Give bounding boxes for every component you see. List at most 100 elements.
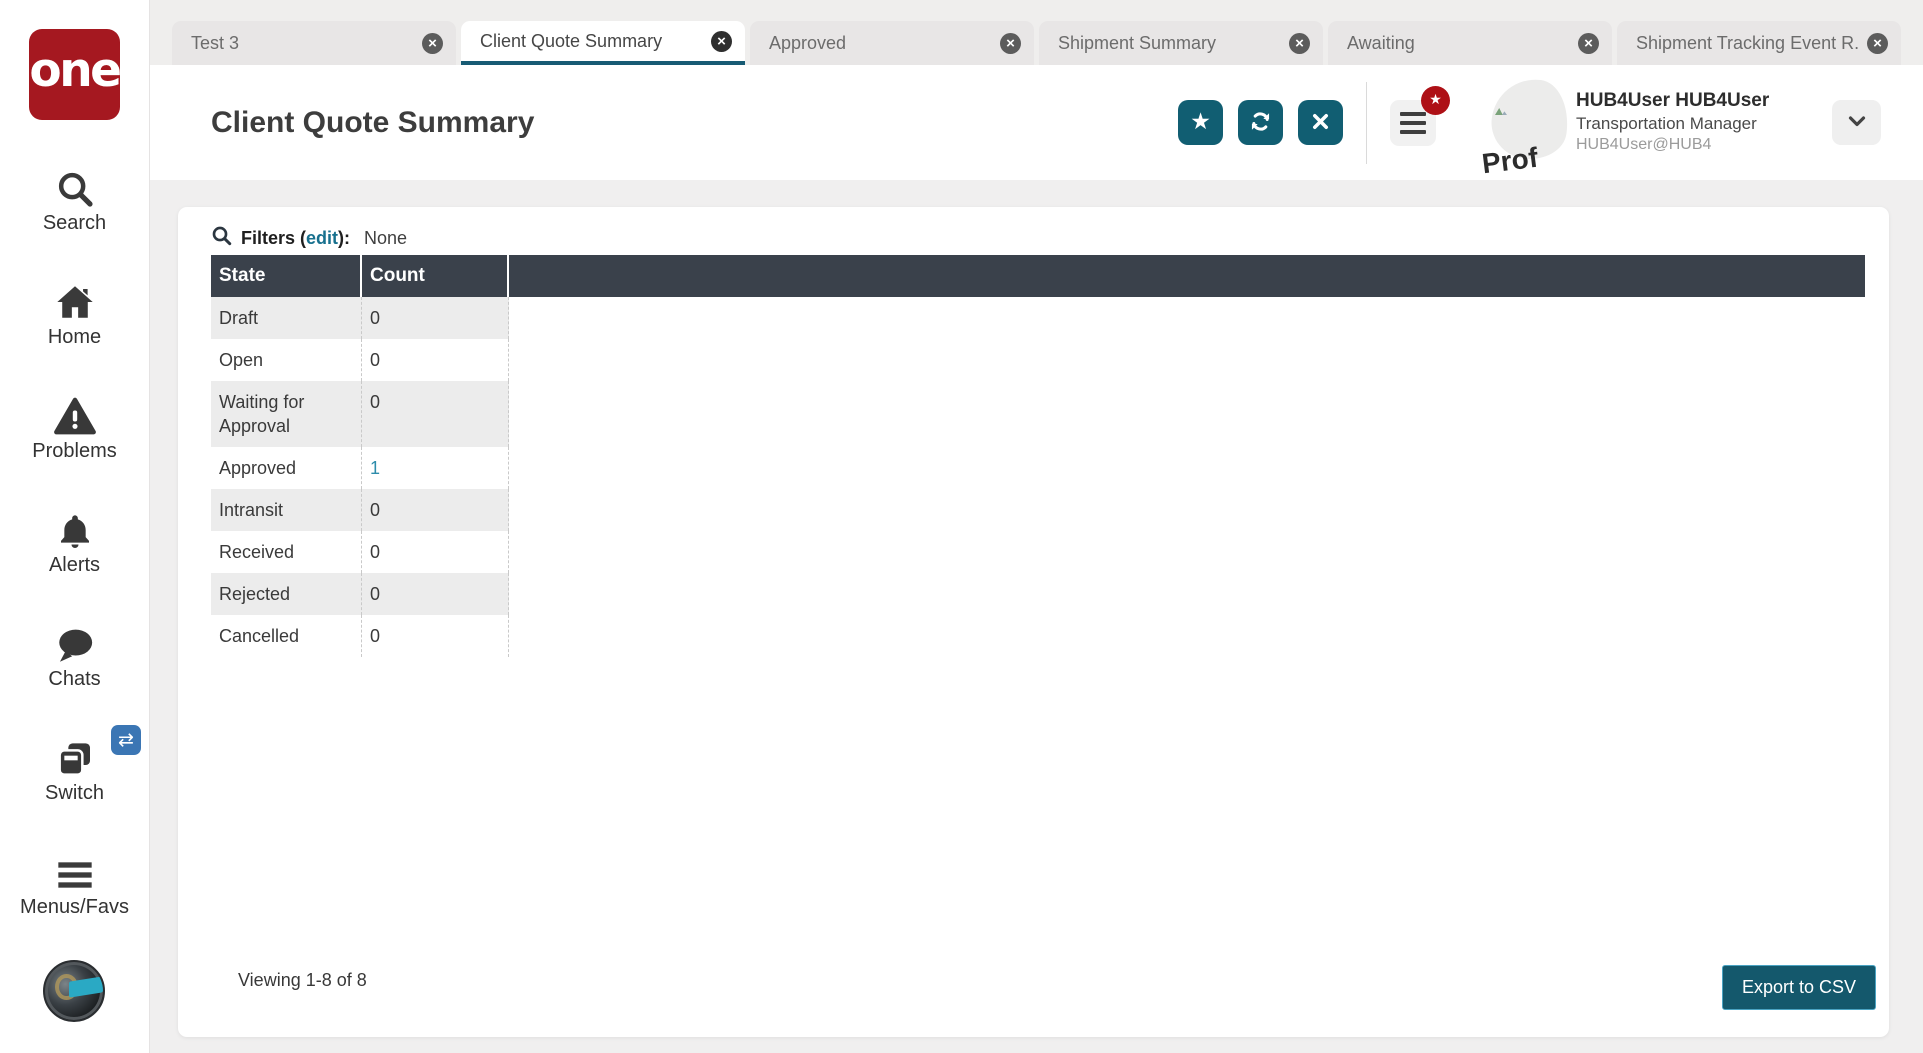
- filters-bar: Filters (edit): None: [211, 225, 407, 251]
- app-root: one Search Home Problems Alerts Chats Sw…: [0, 0, 1923, 1053]
- main-area: Filters (edit): None State Count Draft 0: [150, 180, 1923, 1053]
- chevron-down-icon: [1845, 109, 1869, 136]
- home-icon: [0, 277, 149, 323]
- tab-close-icon[interactable]: ×: [1289, 32, 1310, 54]
- state-cell: Approved: [211, 447, 362, 489]
- hamburger-menu-icon: [0, 847, 149, 893]
- bell-icon: [0, 505, 149, 551]
- filter-search-icon: [211, 225, 241, 251]
- export-to-csv-button[interactable]: Export to CSV: [1721, 965, 1876, 1010]
- count-cell: 0: [362, 573, 509, 615]
- favorite-badge-icon: ★: [1421, 85, 1450, 115]
- hamburger-icon: [1400, 129, 1426, 134]
- user-role: Transportation Manager: [1576, 114, 1757, 134]
- refresh-icon: [1247, 108, 1274, 138]
- table-row: Draft 0: [211, 297, 509, 339]
- tab-label: Test 3: [191, 32, 240, 53]
- summary-card: Filters (edit): None State Count Draft 0: [178, 207, 1889, 1037]
- user-org: HUB4User@HUB4: [1576, 136, 1712, 154]
- avatar-decoration: [69, 976, 103, 998]
- column-header-empty: [509, 255, 1865, 297]
- table-row: Approved 1: [211, 447, 509, 489]
- sidebar-item-label: Home: [47, 326, 102, 348]
- sidebar-item-chats[interactable]: Chats: [0, 619, 149, 691]
- table-row: Waiting for Approval 0: [211, 381, 509, 447]
- page-title: Client Quote Summary: [211, 105, 535, 139]
- profile-picture[interactable]: Prof: [1480, 74, 1573, 179]
- state-cell: Received: [211, 531, 362, 573]
- tab-label: Shipment Summary: [1058, 32, 1217, 53]
- one-logo-text: one: [29, 43, 122, 98]
- sidebar-item-label: Problems: [32, 440, 117, 462]
- tab[interactable]: Shipment Summary ×: [1039, 21, 1323, 65]
- table-row: Received 0: [211, 531, 509, 573]
- star-icon: ★: [1190, 109, 1211, 135]
- table-row: Cancelled 0: [211, 615, 509, 657]
- tab[interactable]: Approved ×: [750, 21, 1034, 65]
- sidebar-item-label: Menus/Favs: [20, 896, 129, 918]
- sidebar-item-home[interactable]: Home: [0, 277, 149, 349]
- sidebar-item-switch[interactable]: Switch ⇄: [0, 725, 149, 805]
- sidebar-item-label: Chats: [48, 668, 101, 690]
- filters-edit-link[interactable]: edit: [306, 228, 338, 249]
- close-icon: [1308, 109, 1333, 137]
- swap-arrows-badge-icon[interactable]: ⇄: [111, 725, 141, 755]
- tab-close-icon[interactable]: ×: [422, 32, 443, 54]
- header-divider: [1366, 81, 1367, 164]
- table-row: Open 0: [211, 339, 509, 381]
- column-header-state: State: [211, 255, 362, 297]
- tab-close-icon[interactable]: ×: [1867, 32, 1888, 54]
- count-cell: 0: [362, 489, 509, 531]
- state-cell: Open: [211, 339, 362, 381]
- sidebar-item-alerts[interactable]: Alerts: [0, 505, 149, 577]
- filters-label-suffix: ):: [338, 227, 351, 248]
- filters-label: Filters (: [241, 227, 307, 248]
- sidebar-item-label: Switch: [45, 782, 104, 804]
- quick-menu-button[interactable]: ★: [1390, 85, 1450, 146]
- state-cell: Draft: [211, 297, 362, 339]
- count-cell[interactable]: 1: [362, 447, 509, 489]
- count-cell: 0: [362, 531, 509, 573]
- content-area: Test 3 × Client Quote Summary × Approved…: [150, 0, 1923, 1053]
- hamburger-icon: [1400, 111, 1426, 116]
- user-info: HUB4User HUB4User Transportation Manager…: [1576, 89, 1788, 157]
- broken-image-icon: [1494, 103, 1507, 121]
- tab[interactable]: Client Quote Summary ×: [461, 21, 745, 65]
- close-page-button[interactable]: [1298, 100, 1343, 145]
- search-icon: [0, 163, 149, 209]
- favorite-button[interactable]: ★: [1178, 100, 1223, 145]
- count-cell: 0: [362, 381, 509, 447]
- column-header-count: Count: [362, 255, 509, 297]
- state-cell: Intransit: [211, 489, 362, 531]
- refresh-button[interactable]: [1238, 100, 1283, 145]
- tab-close-icon[interactable]: ×: [711, 30, 732, 52]
- tab[interactable]: Awaiting ×: [1328, 21, 1612, 65]
- sidebar-item-search[interactable]: Search: [0, 163, 149, 235]
- user-avatar[interactable]: [43, 960, 105, 1022]
- tab-close-icon[interactable]: ×: [1000, 32, 1021, 54]
- sidebar-item-menus-favs[interactable]: Menus/Favs: [0, 847, 149, 919]
- tab-bar: Test 3 × Client Quote Summary × Approved…: [150, 0, 1923, 65]
- chat-bubble-icon: [0, 619, 149, 665]
- filters-value: None: [364, 227, 408, 248]
- sidebar-item-label: Alerts: [48, 554, 101, 576]
- table-row: Intransit 0: [211, 489, 509, 531]
- state-cell: Rejected: [211, 573, 362, 615]
- hamburger-icon: [1400, 120, 1426, 125]
- sidebar-item-label: Search: [42, 212, 107, 234]
- sidebar-item-problems[interactable]: Problems: [0, 391, 149, 463]
- page-header: Client Quote Summary ★ ★ Prof HUB4User H…: [150, 65, 1923, 180]
- tab-label: Approved: [769, 32, 847, 53]
- tab[interactable]: Shipment Tracking Event R... ×: [1617, 21, 1901, 65]
- state-cell: Waiting for Approval: [211, 381, 362, 447]
- warning-triangle-icon: [0, 391, 149, 437]
- count-cell: 0: [362, 339, 509, 381]
- state-cell: Cancelled: [211, 615, 362, 657]
- one-logo[interactable]: one: [29, 29, 122, 120]
- tab-close-icon[interactable]: ×: [1578, 32, 1599, 54]
- user-name: HUB4User HUB4User: [1576, 89, 1770, 111]
- table-body: Draft 0 Open 0 Waiting for Approval 0 Ap…: [211, 297, 509, 657]
- pagination-status: Viewing 1-8 of 8: [238, 970, 367, 990]
- tab[interactable]: Test 3 ×: [172, 21, 456, 65]
- user-menu-button[interactable]: [1832, 100, 1881, 145]
